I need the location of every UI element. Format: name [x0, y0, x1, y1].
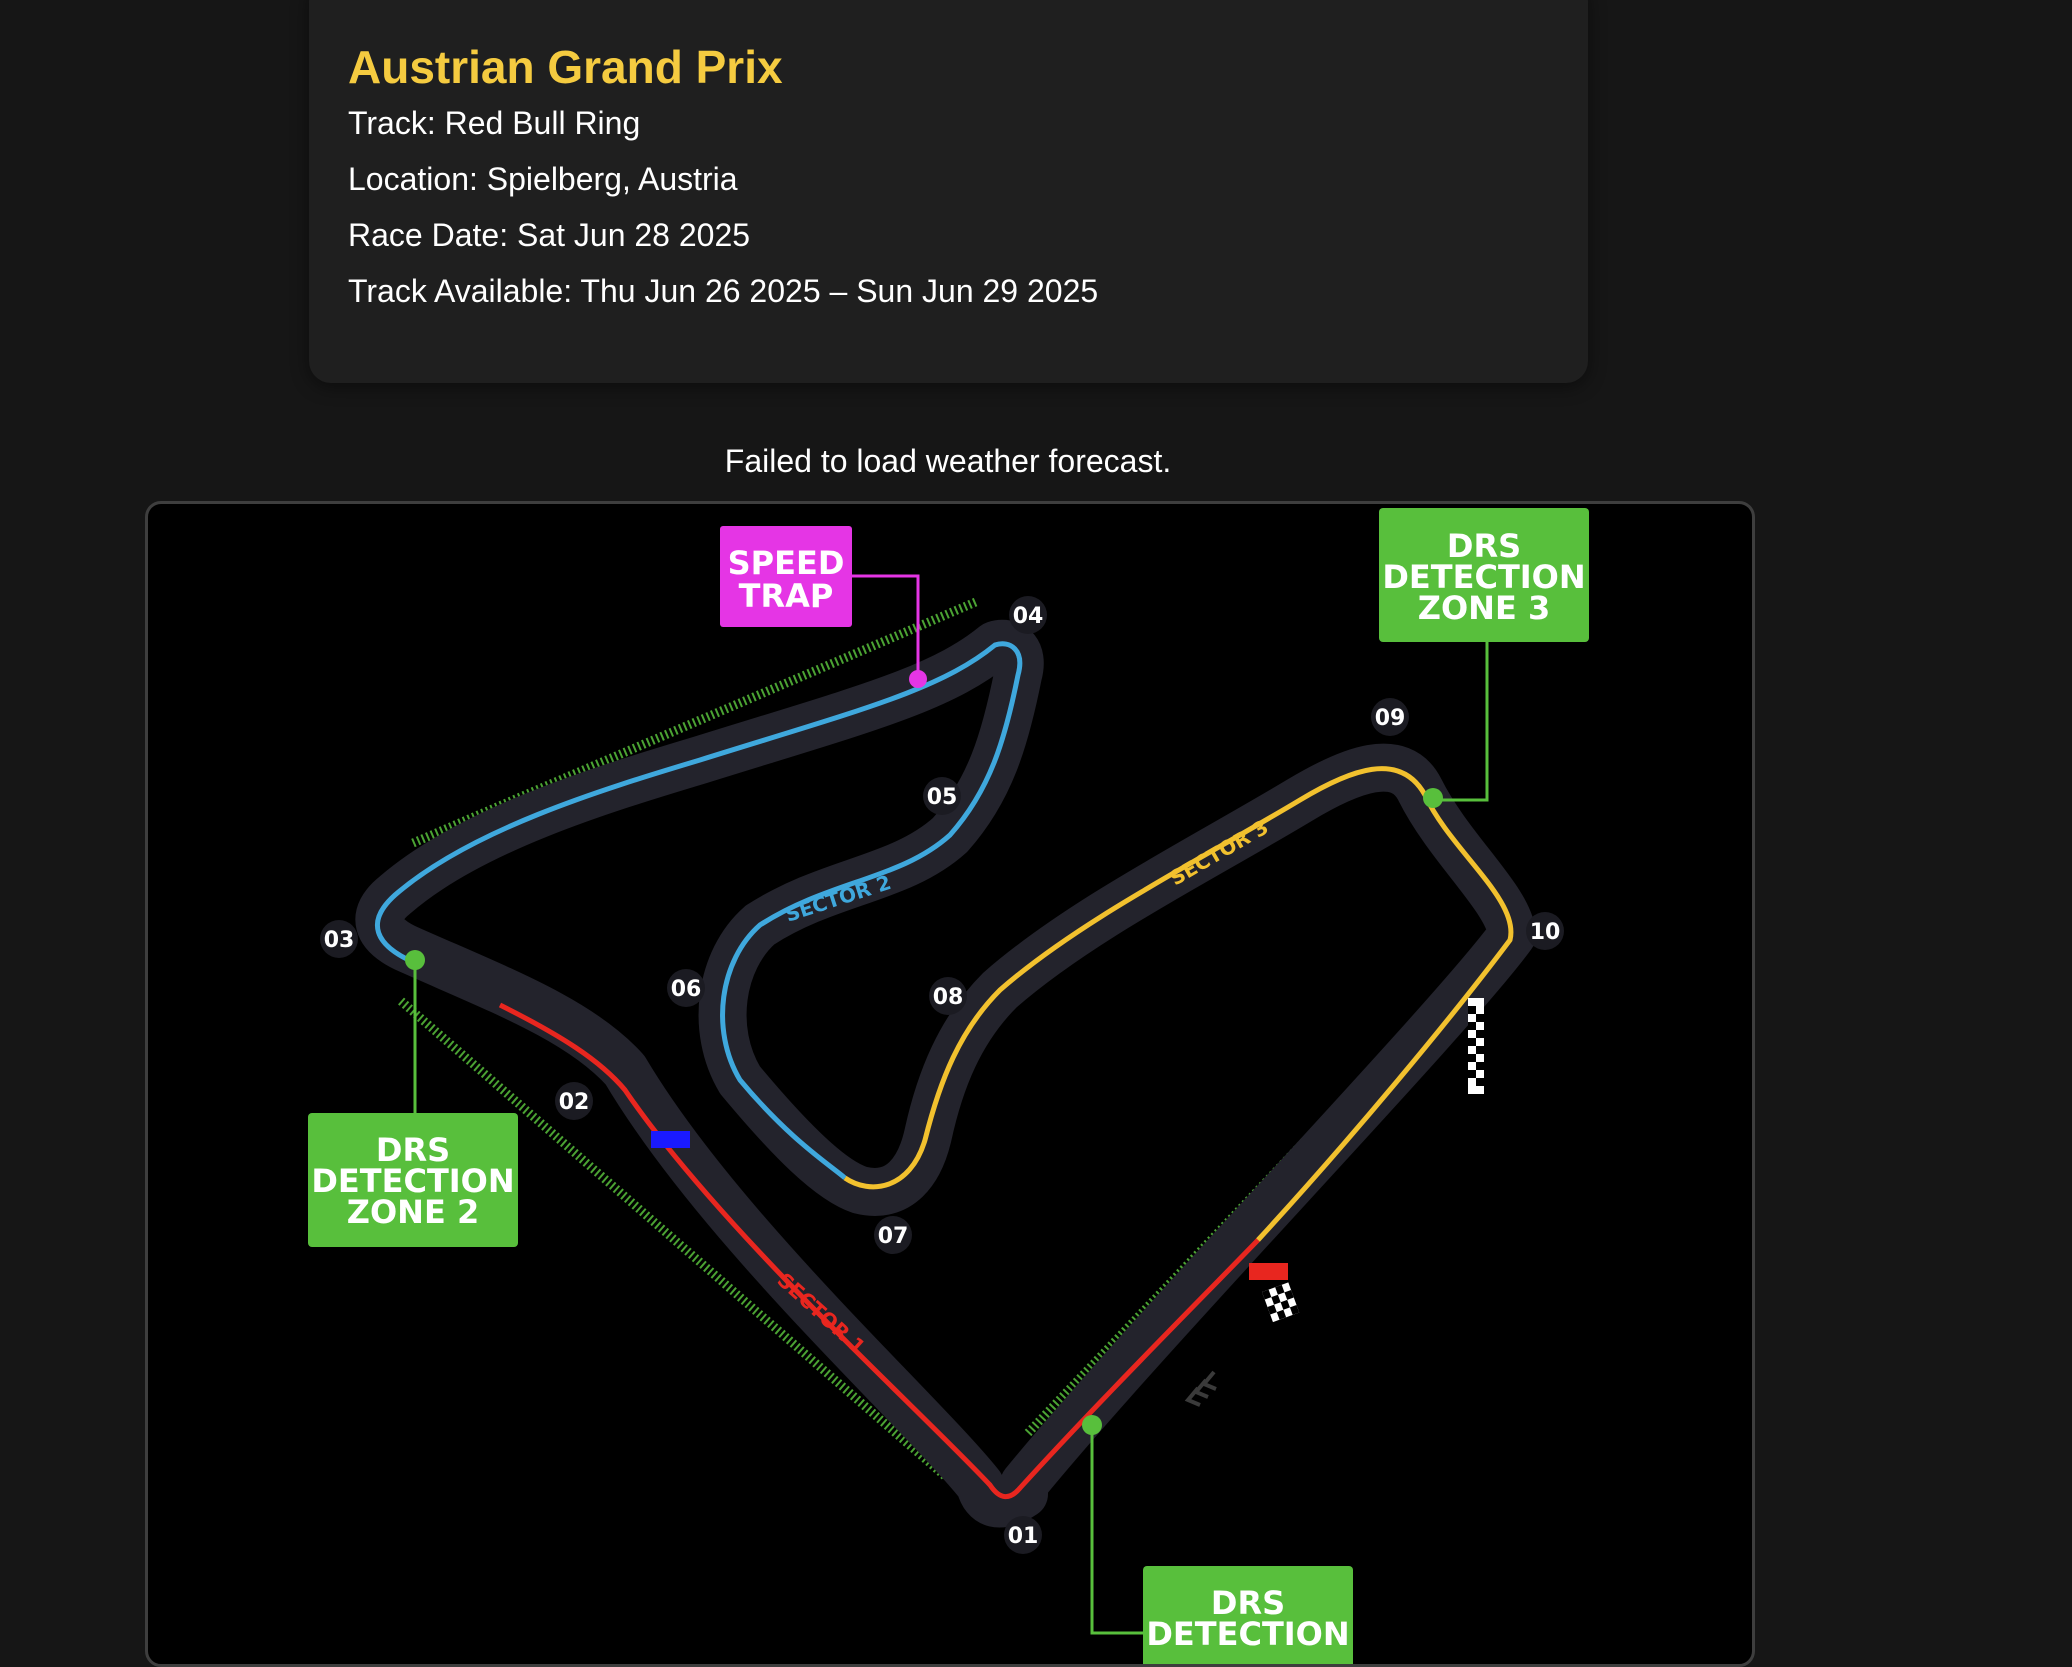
track-map: SECTOR 2 SECTOR 1 SECTOR 3 SPEED TRAP DR… — [145, 501, 1755, 1667]
svg-text:ZONE 2: ZONE 2 — [347, 1193, 479, 1231]
track-availability: Track Available: Thu Jun 26 2025 – Sun J… — [348, 273, 1099, 309]
event-info-card: Austrian Grand Prix Track: Red Bull Ring… — [309, 0, 1588, 383]
svg-text:06: 06 — [671, 977, 702, 1002]
weather-error-message: Failed to load weather forecast. — [724, 443, 1172, 479]
svg-text:08: 08 — [933, 985, 964, 1010]
finish-line-icon — [1468, 998, 1484, 1094]
svg-text:09: 09 — [1375, 706, 1406, 731]
svg-text:05: 05 — [927, 785, 958, 810]
svg-text:07: 07 — [878, 1224, 909, 1249]
race-date: Race Date: Sat Jun 28 2025 — [348, 217, 751, 253]
track-map-svg: SECTOR 2 SECTOR 1 SECTOR 3 SPEED TRAP DR… — [308, 508, 1589, 1664]
svg-text:TRAP: TRAP — [739, 577, 834, 615]
drs-detection-zone-1: DRS DETECTION — [1082, 1415, 1353, 1664]
turn-05-marker: 05 — [923, 777, 961, 815]
sector1-line — [498, 1002, 1260, 1500]
turn-02-marker: 02 — [555, 1082, 593, 1120]
turn-07-marker: 07 — [874, 1216, 912, 1254]
track-location: Location: Spielberg, Austria — [348, 161, 738, 197]
turn-10-marker: 10 — [1526, 912, 1564, 950]
event-title: Austrian Grand Prix — [348, 41, 783, 93]
svg-text:02: 02 — [559, 1090, 590, 1115]
turn-08-marker: 08 — [929, 977, 967, 1015]
svg-text:ZONE 3: ZONE 3 — [1418, 589, 1550, 627]
checkered-flag-icon — [1262, 1282, 1300, 1323]
sector-marker-blue — [651, 1131, 690, 1148]
turn-03-marker: 03 — [320, 920, 358, 958]
speed-trap-marker: SPEED TRAP — [720, 526, 927, 688]
turn-06-marker: 06 — [667, 969, 705, 1007]
svg-text:10: 10 — [1530, 920, 1561, 945]
svg-text:03: 03 — [324, 928, 355, 953]
track-name: Track: Red Bull Ring — [348, 105, 641, 141]
svg-text:04: 04 — [1013, 604, 1044, 629]
direction-chevrons-icon — [1184, 1370, 1217, 1407]
sector-marker-red — [1249, 1263, 1288, 1280]
svg-text:01: 01 — [1008, 1524, 1039, 1549]
turn-04-marker: 04 — [1009, 596, 1047, 634]
turn-09-marker: 09 — [1371, 698, 1409, 736]
svg-text:DETECTION: DETECTION — [1146, 1615, 1349, 1653]
turn-01-marker: 01 — [1004, 1516, 1042, 1554]
